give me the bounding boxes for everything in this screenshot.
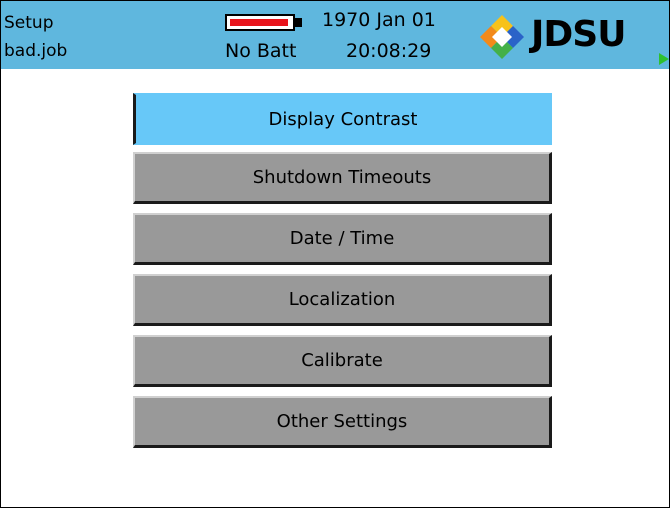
play-arrow-icon[interactable] bbox=[659, 53, 669, 65]
status-header: Setup bad.job No Batt 1970 Jan 01 20:08:… bbox=[1, 1, 669, 69]
menu-item-date-time[interactable]: Date / Time bbox=[133, 213, 552, 265]
app-window: Setup bad.job No Batt 1970 Jan 01 20:08:… bbox=[0, 0, 670, 508]
battery-status: No Batt bbox=[225, 40, 297, 62]
time-display: 20:08:29 bbox=[346, 40, 432, 62]
jdsu-logo-text: JDSU bbox=[531, 14, 626, 55]
jdsu-logo-icon bbox=[480, 15, 524, 59]
app-name: Setup bbox=[4, 13, 54, 33]
menu-item-shutdown-timeouts[interactable]: Shutdown Timeouts bbox=[133, 152, 552, 204]
job-name: bad.job bbox=[4, 41, 68, 61]
date-display: 1970 Jan 01 bbox=[322, 9, 436, 31]
battery-fill bbox=[230, 19, 288, 26]
menu-item-localization[interactable]: Localization bbox=[133, 274, 552, 326]
battery-icon bbox=[225, 14, 302, 31]
menu-item-calibrate[interactable]: Calibrate bbox=[133, 335, 552, 387]
battery-terminal bbox=[294, 18, 302, 27]
menu-item-display-contrast[interactable]: Display Contrast bbox=[133, 93, 552, 145]
menu-item-other-settings[interactable]: Other Settings bbox=[133, 396, 552, 448]
